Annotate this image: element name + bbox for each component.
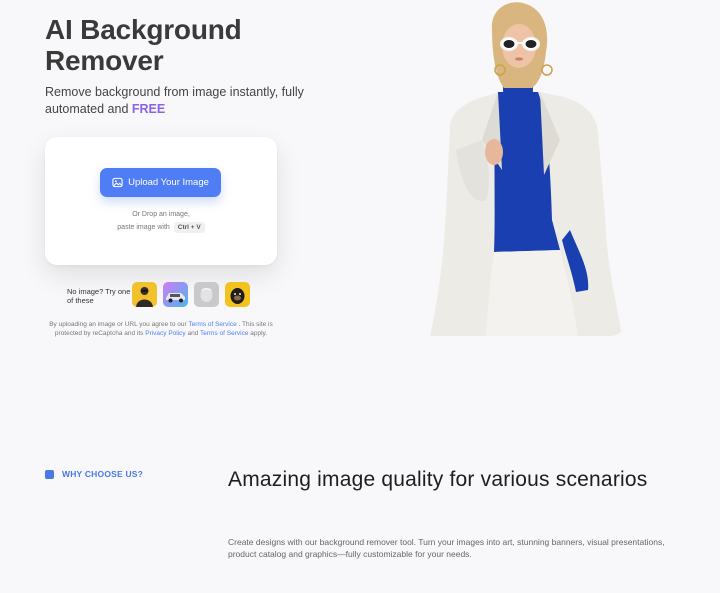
hero-model-image bbox=[410, 0, 625, 336]
hero-subtitle-text: Remove background from image instantly, … bbox=[45, 85, 304, 116]
paste-line: paste image with Ctrl + V bbox=[45, 221, 277, 234]
upload-button-label: Upload Your Image bbox=[128, 177, 209, 188]
why-choose-us-label: WHY CHOOSE US? bbox=[62, 469, 144, 479]
hero-subtitle: Remove background from image instantly, … bbox=[45, 84, 305, 118]
upload-dropzone[interactable]: Upload Your Image Or Drop an image, past… bbox=[45, 137, 277, 265]
upload-image-button[interactable]: Upload Your Image bbox=[100, 168, 221, 197]
terms-text-4: apply. bbox=[248, 329, 268, 337]
sample-thumb-car[interactable] bbox=[163, 282, 188, 307]
terms-notice: By uploading an image or URL you agree t… bbox=[45, 321, 277, 338]
terms-text-1: By uploading an image or URL you agree t… bbox=[49, 321, 189, 328]
recaptcha-terms-link[interactable]: Terms of Service bbox=[200, 330, 248, 337]
privacy-policy-link[interactable]: Privacy Policy bbox=[145, 330, 185, 337]
sample-thumb-dog[interactable] bbox=[225, 282, 250, 307]
paste-text: paste image with bbox=[117, 224, 170, 231]
sample-thumb-person[interactable] bbox=[132, 282, 157, 307]
image-upload-icon bbox=[112, 177, 123, 188]
terms-of-service-link[interactable]: Terms of Service bbox=[188, 321, 236, 328]
badge-dot-icon bbox=[45, 469, 54, 479]
why-choose-us-badge: WHY CHOOSE US? bbox=[45, 469, 143, 479]
drop-instructions: Or Drop an image, paste image with Ctrl … bbox=[45, 208, 277, 234]
sample-thumb-product[interactable] bbox=[194, 282, 219, 307]
section-description: Create designs with our background remov… bbox=[228, 537, 665, 559]
section-title: Amazing image quality for various scenar… bbox=[228, 468, 648, 491]
drop-line: Or Drop an image, bbox=[132, 211, 190, 218]
samples-label: No image? Try one of these bbox=[67, 287, 131, 305]
page-title: AI Background Remover bbox=[45, 14, 242, 76]
terms-text-3: and bbox=[185, 329, 201, 337]
paste-shortcut: Ctrl + V bbox=[173, 222, 205, 233]
free-highlight: FREE bbox=[131, 102, 166, 116]
